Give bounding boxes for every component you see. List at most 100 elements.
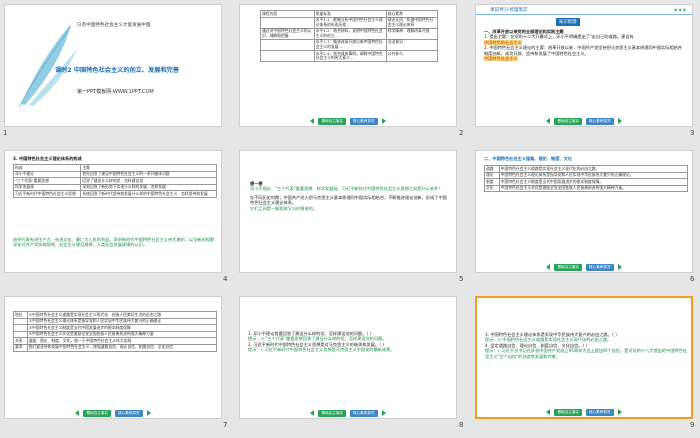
table-cell: 中国特色社会主义道路是实现社会主义现代化的必由之路。	[498, 165, 689, 173]
table-cell	[260, 50, 315, 63]
slide-title: 二、中国特色社会主义道路、理论、制度、文化	[484, 156, 572, 161]
table-cell	[260, 16, 315, 29]
prev-arrow-icon[interactable]	[75, 410, 80, 416]
footer-btn-core[interactable]: 核心素养探究	[350, 409, 378, 417]
slide-thumbnail-4[interactable]: 3. 中国特色社会主义理论体系的构成 构成 主题 邓小平理论 首先回答了建设中国特色…	[4, 150, 222, 273]
slide-number-6: 6	[690, 275, 695, 283]
table-cell: 水平1-1：能够分析中国特色社会主义理论体系的形成历程…	[313, 16, 387, 29]
table-cell: 科学精神：理解改革开放	[385, 27, 439, 40]
table-cell	[13, 324, 28, 332]
table-header: 构成	[12, 164, 82, 172]
footer-btn-core[interactable]: 核心素养探究	[586, 263, 614, 271]
slide-thumbnail-5[interactable]: 想一想 邓小平理论、"三个代表"重要思想、科学发展观、习近平新时代中国特色社会主…	[239, 150, 457, 273]
prev-arrow-icon[interactable]	[310, 410, 315, 416]
footer-btn-core[interactable]: 核心素养探究	[586, 117, 614, 125]
slide-body: 3. 中国特色社会主义理论体系是实现中华民族伟大复兴的必由之路。（ ） 提示：×…	[485, 332, 689, 359]
table-cell: 首先回答了建设中国特色社会主义的一系列基本问题	[80, 170, 217, 179]
body-line: 中国特色社会主义	[484, 56, 688, 62]
prev-arrow-icon[interactable]	[546, 264, 551, 270]
site-text: 第一PPT模板网-WWW.1PPT.COM	[77, 89, 154, 95]
section-tab: 课前预习·梳理落实	[490, 8, 528, 13]
table-cell: 通过对中国特色社会主义的认识，理解和把握	[260, 27, 315, 40]
table-cell: 公共参与	[385, 50, 439, 63]
slide-thumbnail-8[interactable]: 1. 邓小平理论首要回答了建设什么样的党、怎样建设党的问题。（ ） 提示：× "…	[239, 296, 457, 419]
footer-btn-core[interactable]: 核心素养探究	[586, 408, 614, 416]
feather-illustration	[18, 24, 77, 108]
slide-number-5: 5	[459, 275, 464, 283]
footer-btn-basic[interactable]: 基础自主落实	[318, 117, 346, 125]
footer-btn-basic[interactable]: 基础自主落实	[554, 408, 582, 416]
slide-header: 课前预习·梳理落实 ◆ ◆ ◆	[476, 5, 692, 15]
footer-btn-core[interactable]: 核心素养探究	[115, 409, 143, 417]
question-text: 邓小平理论、"三个代表"重要思想、科学发展观、习近平新时代中国特色社会主义思想之…	[250, 186, 443, 192]
slide-footer: 基础自主落实 核心素养探究	[477, 407, 691, 417]
slide-thumbnail-9[interactable]: 3. 中国特色社会主义理论体系是实现中华民族伟大复兴的必由之路。（ ） 提示：×…	[475, 296, 693, 419]
footer-btn-basic[interactable]: 基础自主落实	[554, 117, 582, 125]
highlight-text: 中国特色社会主义	[484, 56, 518, 62]
prev-arrow-icon[interactable]	[546, 409, 551, 415]
body-line: 提示：√ 习近平新时代中国特色社会主义思想是马克思主义中国化的最新成果。	[248, 347, 395, 353]
table-cell: ②中国特色社会主义理论体系是指导党和人民实现中华民族伟大复兴的正确理论	[26, 317, 218, 326]
slide-body: 想一想 邓小平理论、"三个代表"重要思想、科学发展观、习近平新时代中国特色社会主…	[250, 181, 448, 211]
table-cell: 道路	[484, 165, 500, 173]
next-arrow-icon[interactable]	[381, 118, 386, 124]
lesson-title: 课时2 中国特色社会主义的创立、发展和完善	[55, 67, 180, 74]
nav-icons: ◆ ◆ ◆	[674, 7, 686, 12]
slide-thumbnail-2[interactable]: 课程内容 质量标准 核心素养 水平1-1：能够分析中国特色社会主义理论体系的形成…	[239, 4, 457, 127]
slide-number-3: 3	[690, 129, 695, 137]
next-arrow-icon[interactable]	[617, 264, 622, 270]
table-cell	[13, 330, 28, 339]
table-cell: 习近平新时代中国特色社会主义思想	[12, 190, 82, 198]
slide-number-8: 8	[459, 421, 464, 429]
table-cell: 邓小平理论	[12, 170, 82, 179]
footer-btn-basic[interactable]: 基础自主落实	[554, 263, 582, 271]
status-table: 地位 ①中国特色社会主义道路是实现社会主义现代化、创造人民美好生活的必由之路 ②中…	[13, 311, 218, 352]
slide-note: 始终代表先进生产力、先进文化、最广大人民的利益。高举新时代中国特色社会主义伟大旗…	[13, 237, 215, 248]
table-cell: 地位	[13, 311, 28, 319]
table-cell: 水平1-3：概述改革开放以来中国特色社会主义的发展…	[313, 38, 387, 52]
slide-sorter: 只有中国特色社会主义才能发展中国 课时2 中国特色社会主义的创立、发展和完善 第…	[0, 0, 700, 438]
prev-arrow-icon[interactable]	[546, 118, 551, 124]
table-cell: 中国特色社会主义理论体系是指导党和人民实现中华民族伟大复兴的正确理论。	[498, 171, 689, 180]
theory-table: 构成 主题 邓小平理论 首先回答了建设中国特色社会主义的一系列基本问题 "三个代表"…	[12, 164, 217, 198]
table-header: 质量标准	[313, 10, 387, 18]
body-line: 2. 中国特色社会主义理论的主要：改革开放以来，中国共产党坚持把马克思主义基本原…	[484, 45, 682, 51]
table-cell: 道路、理论、制度、文化，统一于中国特色社会主义伟大实践	[26, 337, 218, 345]
table-header: 课程内容	[260, 10, 315, 18]
table-cell: ①中国特色社会主义道路是实现社会主义现代化、创造人民美好生活的必由之路	[26, 311, 218, 319]
slide-footer: 基础自主落实 核心素养探究	[240, 408, 456, 418]
next-arrow-icon[interactable]	[617, 118, 622, 124]
knowledge-section-label: 知识梳理	[556, 18, 580, 26]
next-arrow-icon[interactable]	[381, 410, 386, 416]
slide-footer: 基础自主落实 核心素养探究	[240, 116, 456, 126]
body-line: 提示：√ 习近平总书记在庆祝中国共产党成立95周年大会上提出四个自信，是对党的十…	[485, 348, 687, 359]
slide-thumbnail-3[interactable]: 课前预习·梳理落实 ◆ ◆ ◆ 知识梳理 一、改革开放以来党的全部理论和实践主题…	[475, 4, 693, 127]
slide-number-2: 2	[459, 129, 464, 137]
footer-btn-basic[interactable]: 基础自主落实	[83, 409, 111, 417]
table-cell: 回答了建设什么样的党、怎样建设党	[80, 177, 217, 185]
slide-number-9: 9	[690, 421, 695, 429]
next-arrow-icon[interactable]	[617, 409, 622, 415]
slide-number-1: 1	[3, 129, 8, 137]
table-cell: "三个代表"重要思想	[12, 177, 82, 185]
table-cell: 法治意识	[385, 38, 439, 52]
slide-thumbnail-6[interactable]: 二、中国特色社会主义道路、理论、制度、文化 道路 中国特色社会主义道路是实现社会主…	[475, 150, 693, 273]
footer-btn-basic[interactable]: 基础自主落实	[318, 409, 346, 417]
table-cell: 系统回答了新时代坚持和发展什么样的中国特色社会主义、怎样坚持和发展	[80, 190, 217, 198]
table-cell: 要求	[13, 343, 28, 352]
table-cell: 政治认同：知道中国特色社会主义理论体系	[385, 16, 439, 29]
slide-footer: 基础自主落实 核心素养探究	[476, 262, 692, 272]
slide-thumbnail-7[interactable]: 地位 ①中国特色社会主义道路是实现社会主义现代化、创造人民美好生活的必由之路 ②中…	[4, 296, 222, 419]
standards-table: 课程内容 质量标准 核心素养 水平1-1：能够分析中国特色社会主义理论体系的形成…	[260, 10, 439, 63]
slide-footer: 基础自主落实 核心素养探究	[5, 408, 221, 418]
table-cell: ④中国特色社会主义文化是激励全党全国各族人民奋勇前进的强大精神力量	[26, 330, 218, 339]
next-arrow-icon[interactable]	[146, 410, 151, 416]
table-cell: 中国特色社会主义文化是激励全党全国各族人民奋勇前进的强大精神力量。	[498, 184, 689, 193]
prev-arrow-icon[interactable]	[310, 118, 315, 124]
slide-title: 3. 中国特色社会主义理论体系的构成	[13, 156, 82, 161]
slide-footer: 基础自主落实 核心素养探究	[476, 116, 692, 126]
footer-btn-core[interactable]: 核心素养探究	[350, 117, 378, 125]
table-cell: 科学发展观	[12, 183, 82, 192]
table-cell: 理论	[484, 171, 500, 180]
slide-thumbnail-1[interactable]: 只有中国特色社会主义才能发展中国 课时2 中国特色社会主义的创立、发展和完善 第…	[4, 4, 222, 127]
